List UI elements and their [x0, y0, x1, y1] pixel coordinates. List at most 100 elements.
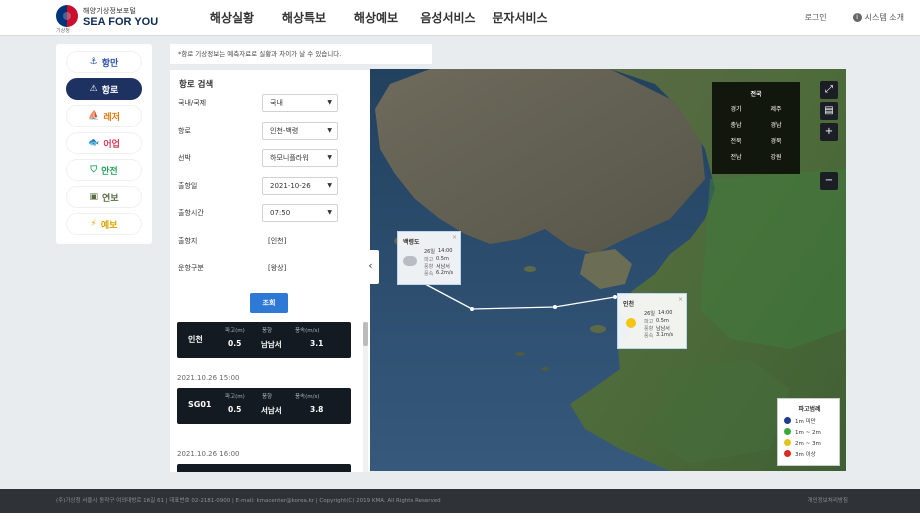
- region-button[interactable]: 경남: [756, 120, 796, 129]
- close-icon[interactable]: ×: [678, 296, 683, 303]
- menu-text-service[interactable]: 문자서비스: [484, 9, 556, 26]
- nav-item-safety[interactable]: ⛉ 안전: [66, 159, 142, 181]
- result-value: 0.5: [228, 339, 242, 348]
- field-label: 출항시간: [178, 209, 204, 217]
- departure-date-select[interactable]: 2021-10-26 ▼: [262, 176, 338, 195]
- nav-item-label: 항만: [101, 58, 119, 69]
- port-icon: ⚓: [89, 57, 98, 67]
- result-station: 인천: [188, 335, 203, 344]
- main-menu: 해상실황 해상특보 해상예보 음성서비스 문자서비스: [196, 9, 556, 26]
- field-row-departure-date: 출항일 2021-10-26 ▼: [178, 176, 362, 195]
- result-value: 3.1: [310, 339, 324, 348]
- layer-button[interactable]: ▤: [820, 102, 838, 120]
- fullscreen-button[interactable]: ⤢: [820, 81, 838, 99]
- legend-item: 1m 미만: [784, 417, 816, 425]
- station-popup-baengnyeong[interactable]: 백령도 × 26일 14:00 파고 0.5m 풍향 서남서 풍속 6.2m/s: [397, 231, 461, 285]
- nav-item-route[interactable]: ⚠ 항로: [66, 78, 142, 100]
- select-value: 국내: [270, 99, 283, 107]
- result-time: 2021.10.26 16:00: [177, 450, 240, 458]
- menu-voice-service[interactable]: 음성서비스: [412, 9, 484, 26]
- region-button[interactable]: 강원: [756, 152, 796, 161]
- route-select[interactable]: 인천-백령 ▼: [262, 121, 338, 140]
- ship-select[interactable]: 하모니플라워 ▼: [262, 149, 338, 167]
- field-row-departure-port: 출항지 [인천]: [178, 232, 362, 250]
- system-intro-link[interactable]: 시스템 소개: [865, 12, 904, 23]
- route-icon: ⚠: [89, 84, 98, 94]
- region-button[interactable]: 충남: [716, 120, 756, 129]
- result-header: 파고(m): [225, 394, 245, 400]
- expand-icon: ⤢: [825, 84, 833, 95]
- forecast-notice: *항로 기상정보는 예측자료로 실황과 차이가 날 수 있습니다.: [170, 44, 432, 64]
- menu-marine-warning[interactable]: 해상특보: [268, 9, 340, 26]
- legend-item: 2m ~ 3m: [784, 439, 821, 447]
- result-card[interactable]: 인천 파고(m) 풍향 풍속(m/s) 0.5 남남서 3.1: [177, 322, 351, 358]
- utility-links: 로그인 i 시스템 소개: [805, 12, 904, 23]
- nav-item-leisure[interactable]: ⛵ 레저: [66, 105, 142, 127]
- domestic-international-select[interactable]: 국내 ▼: [262, 94, 338, 112]
- legend-label: 1m 미만: [795, 419, 816, 425]
- caret-down-icon: ▼: [327, 154, 332, 161]
- nav-item-annual[interactable]: ▣ 연보: [66, 186, 142, 208]
- route-results-list[interactable]: 인천 파고(m) 풍향 풍속(m/s) 0.5 남남서 3.1 2021.10.26 15:0…: [170, 322, 370, 472]
- panel-collapse-button[interactable]: ‹: [362, 250, 379, 284]
- zoom-in-button[interactable]: +: [820, 123, 838, 141]
- legend-label: 3m 이상: [795, 452, 816, 458]
- select-value: 하모니플라워: [270, 154, 309, 162]
- menu-marine-observation[interactable]: 해상실황: [196, 9, 268, 26]
- login-link[interactable]: 로그인: [805, 12, 827, 23]
- region-button[interactable]: 전남: [716, 152, 756, 161]
- menu-marine-forecast[interactable]: 해상예보: [340, 9, 412, 26]
- route-point[interactable]: [553, 305, 557, 309]
- field-label: 선박: [178, 154, 191, 162]
- field-label: 출항일: [178, 181, 198, 190]
- site-footer: (주)기상청 서울시 동작구 여의대방로 16길 61 | 대표번호 02-21…: [0, 489, 920, 513]
- legend-item: 3m 이상: [784, 450, 816, 458]
- popup-time: 14:00: [438, 248, 453, 254]
- route-map[interactable]: 전국 경기 제주 충남 경남 전북 경북 전남 강원 ⤢ ▤ + − 백령도 × 26일 14:00…: [370, 69, 846, 471]
- legend-dot-icon: [784, 428, 791, 435]
- popup-value: 3.1m/s: [656, 332, 674, 338]
- legend-label: 1m ~ 2m: [795, 430, 821, 436]
- site-logo[interactable]: 기상청 해양기상정보포털 SEA FOR YOU: [56, 5, 166, 34]
- zoom-out-button[interactable]: −: [820, 172, 838, 190]
- legend-title: 파고범례: [798, 406, 821, 413]
- sun-icon: [626, 318, 636, 328]
- nav-item-fishing[interactable]: 🐟 어업: [66, 132, 142, 154]
- panel-title: 항로 검색: [179, 80, 214, 90]
- route-point[interactable]: [470, 307, 474, 311]
- kma-emblem-icon: [56, 5, 78, 27]
- chevron-left-icon: ‹: [368, 259, 373, 272]
- result-card[interactable]: [177, 464, 351, 472]
- region-button[interactable]: 경기: [716, 104, 756, 113]
- close-icon[interactable]: ×: [452, 234, 457, 241]
- search-button[interactable]: 조회: [250, 293, 288, 313]
- privacy-policy-link[interactable]: 개인정보처리방침: [808, 489, 848, 513]
- nav-item-port[interactable]: ⚓ 항만: [66, 51, 142, 73]
- departure-time-select[interactable]: 07:50 ▼: [262, 204, 338, 222]
- region-button[interactable]: 전북: [716, 136, 756, 145]
- result-value: 서남서: [261, 406, 282, 415]
- results-scrollbar-thumb[interactable]: [363, 322, 368, 346]
- field-row-departure-time: 출항시간 07:50 ▼: [178, 204, 362, 222]
- popup-date: 26일: [644, 311, 655, 317]
- nav-item-forecast[interactable]: ⚡ 예보: [66, 213, 142, 235]
- result-value: 남남서: [261, 340, 282, 349]
- plus-icon: +: [824, 126, 834, 137]
- nav-item-label: 항로: [101, 85, 119, 96]
- map-icon: ▤: [824, 105, 834, 116]
- region-button[interactable]: 제주: [756, 104, 796, 113]
- region-button[interactable]: 경북: [756, 136, 796, 145]
- site-header: 기상청 해양기상정보포털 SEA FOR YOU 해상실황 해상특보 해상예보 …: [0, 0, 920, 36]
- nav-item-label: 예보: [100, 220, 118, 231]
- popup-label: 풍속: [424, 271, 434, 277]
- field-label: 출항지: [178, 236, 198, 245]
- legend-label: 2m ~ 3m: [795, 441, 821, 447]
- result-header: 풍속(m/s): [295, 394, 320, 400]
- field-row-domestic-international: 국내/국제 국내 ▼: [178, 94, 362, 112]
- station-popup-incheon[interactable]: 인천 × 26일 14:00 파고 0.5m 풍향 남남서 풍속 3.1m/s: [617, 293, 687, 349]
- result-header: 파고(m): [225, 328, 245, 334]
- popup-value: 6.2m/s: [436, 270, 454, 276]
- result-card[interactable]: SG01 파고(m) 풍향 풍속(m/s) 0.5 서남서 3.8: [177, 388, 351, 424]
- nav-item-label: 어업: [103, 139, 120, 150]
- popup-time: 14:00: [658, 310, 673, 316]
